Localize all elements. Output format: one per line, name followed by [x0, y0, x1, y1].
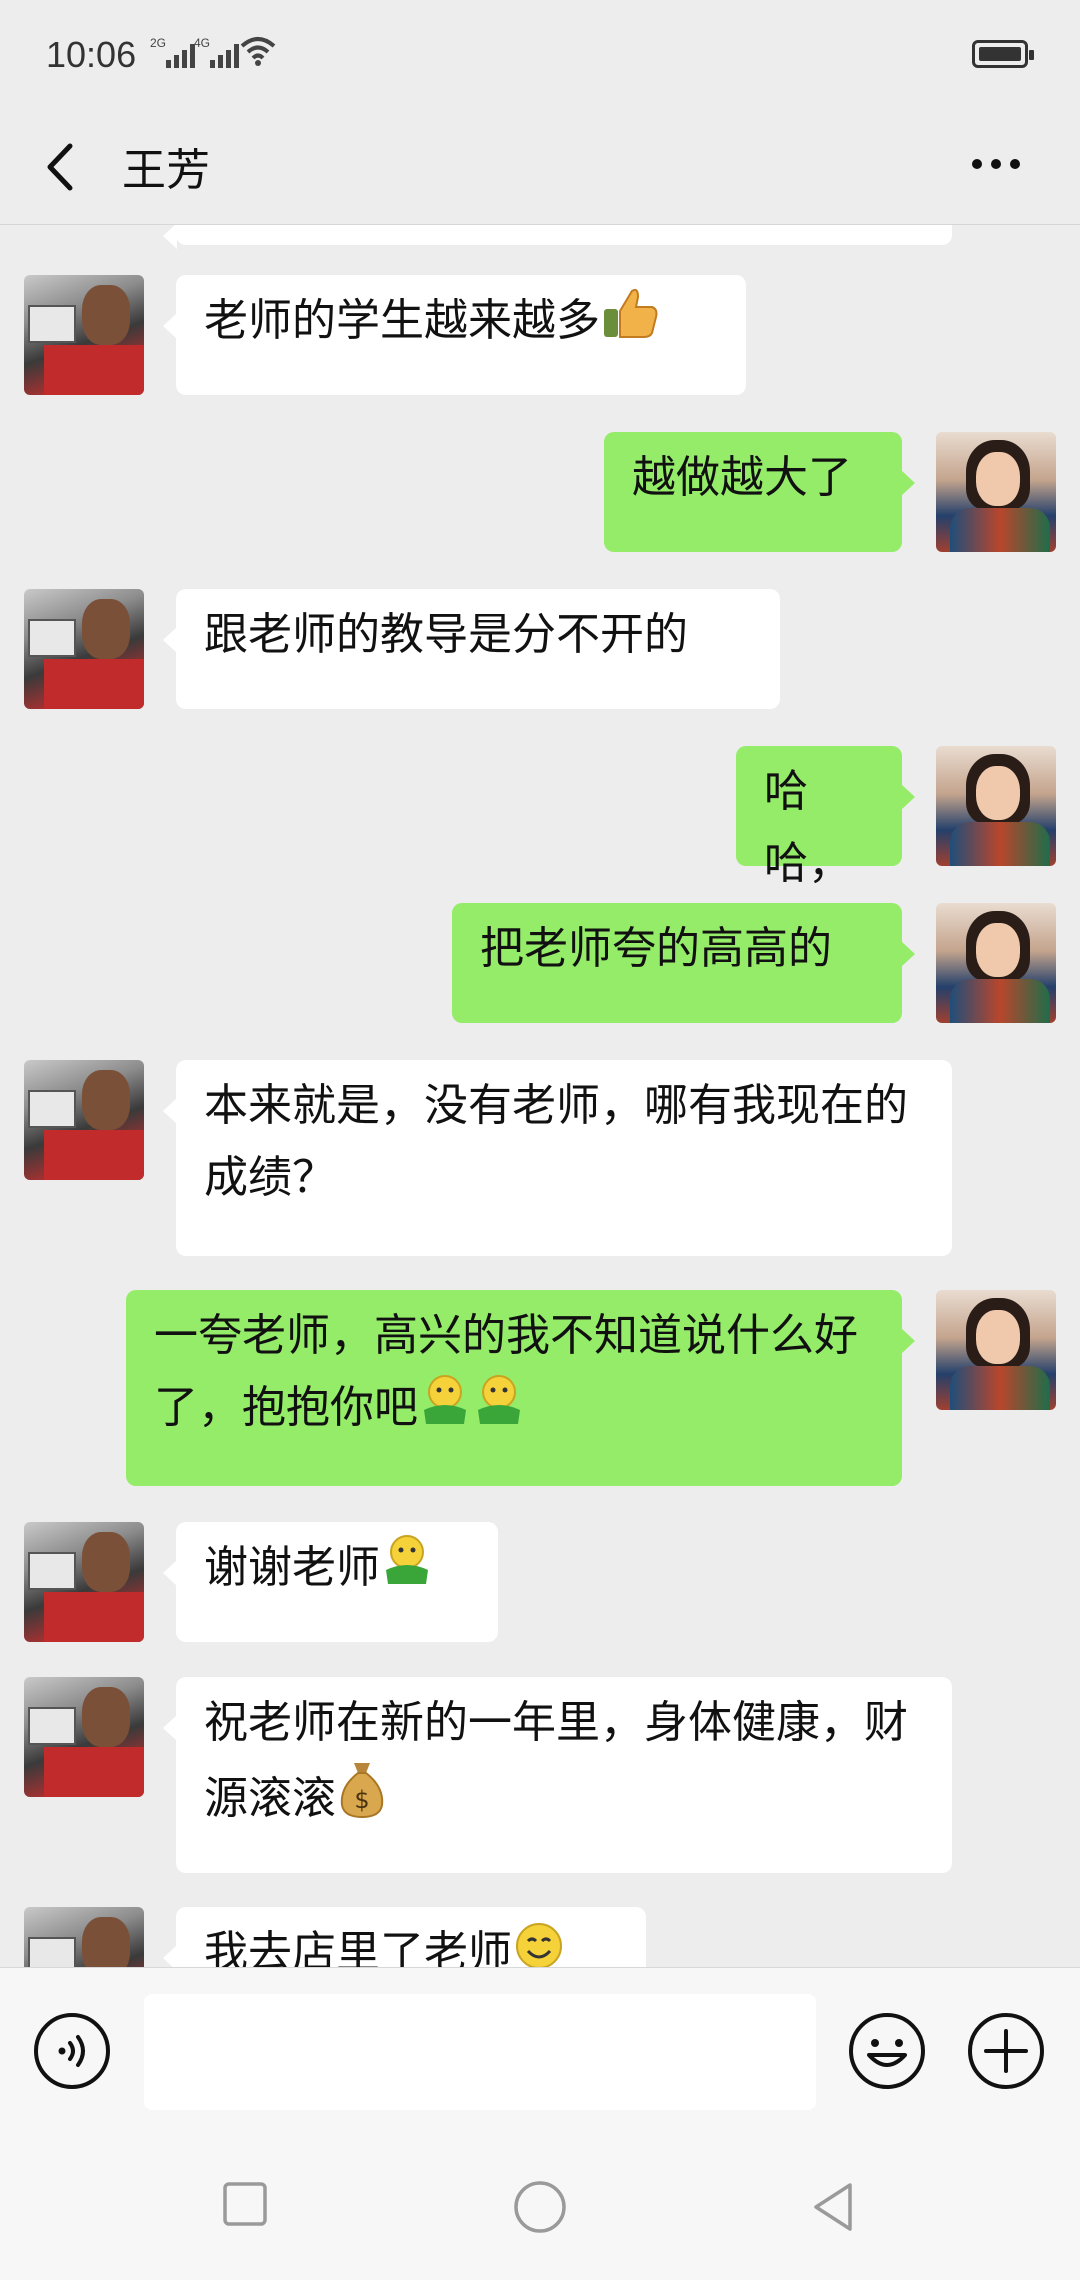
contact-avatar[interactable]: [24, 1522, 144, 1642]
my-avatar[interactable]: [936, 903, 1056, 1023]
message-bubble-partial: [163, 225, 952, 249]
my-avatar[interactable]: [936, 432, 1056, 552]
svg-text:$: $: [354, 1786, 369, 1814]
message-bubble[interactable]: 跟老师的教导是分不开的: [163, 589, 780, 709]
chat-header: 王芳: [0, 110, 1080, 225]
contact-avatar[interactable]: [24, 1060, 144, 1180]
plus-icon[interactable]: [966, 2011, 1046, 2091]
message-bubble[interactable]: 把老师夸的高高的: [452, 903, 915, 1023]
emoji-icon[interactable]: [847, 2011, 927, 2091]
message-bubble[interactable]: 本来就是，没有老师，哪有我现在的成绩？: [163, 1060, 952, 1256]
smile-emoji-icon: [516, 1923, 562, 1967]
message-bubble[interactable]: 老师的学生越来越多: [163, 275, 746, 395]
contact-avatar[interactable]: [24, 275, 144, 395]
hug-emoji-icon: [478, 1375, 520, 1424]
my-avatar[interactable]: [936, 1290, 1056, 1410]
thumbs-up-icon: [604, 288, 658, 338]
message-list[interactable]: 老师的学生越来越多 越做越大了 跟老师的教导是分不开的 哈哈， 把老师夸的高高的…: [0, 225, 1080, 1967]
message-bubble[interactable]: 哈哈，: [736, 746, 915, 889]
chevron-left-icon[interactable]: [36, 132, 92, 202]
message-bubble[interactable]: 谢谢老师: [163, 1522, 498, 1642]
status-bar: 10:06 2G 4G: [0, 0, 1080, 110]
status-time: 10:06: [46, 34, 137, 75]
contact-avatar[interactable]: [24, 589, 144, 709]
message-input-bar: [0, 1967, 1080, 2116]
more-icon[interactable]: [966, 144, 1026, 184]
message-bubble[interactable]: 祝老师在新的一年里，身体健康，财源滚滚 $: [163, 1677, 952, 1873]
hug-emoji-icon: [386, 1535, 428, 1584]
wifi-icon: [240, 37, 276, 66]
message-bubble[interactable]: 我去店里了老师: [163, 1907, 646, 1967]
square-icon[interactable]: [220, 2179, 270, 2229]
triangle-back-icon[interactable]: [808, 2179, 858, 2235]
message-input[interactable]: [144, 1994, 816, 2110]
battery-icon: [972, 40, 1034, 68]
my-avatar[interactable]: [936, 746, 1056, 866]
contact-avatar[interactable]: [24, 1907, 144, 1967]
message-bubble[interactable]: 一夸老师，高兴的我不知道说什么好了，抱抱你吧: [126, 1290, 915, 1486]
system-navigation-bar: [0, 2115, 1080, 2280]
hug-emoji-icon: [424, 1375, 466, 1424]
money-bag-icon: $: [340, 1763, 384, 1819]
chat-title: 王芳: [122, 145, 210, 196]
voice-icon[interactable]: [32, 2011, 112, 2091]
message-bubble[interactable]: 越做越大了: [604, 432, 915, 552]
circle-icon[interactable]: [512, 2179, 568, 2235]
contact-avatar[interactable]: [24, 1677, 144, 1797]
